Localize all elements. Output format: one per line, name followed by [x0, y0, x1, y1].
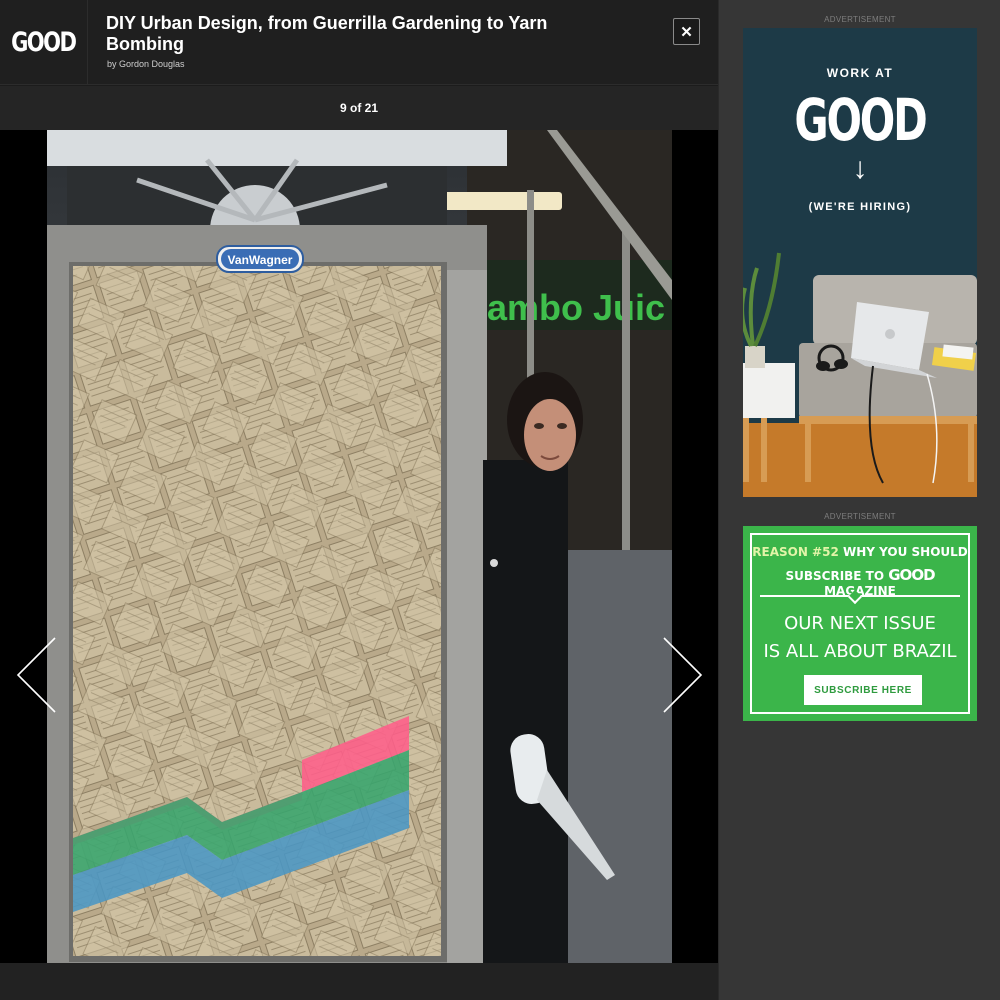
good-logo: GOOD — [11, 27, 77, 58]
photo-stage: ambo Juic VanWagner — [0, 130, 718, 963]
close-icon: ✕ — [680, 23, 693, 41]
gallery-photo: ambo Juic VanWagner — [47, 130, 672, 963]
ad-inline-good-logo: GOOD — [888, 566, 935, 584]
previous-slide-button[interactable] — [10, 630, 66, 720]
close-button[interactable]: ✕ — [673, 18, 700, 45]
ad-reason-line: REASON #52 WHY YOU SHOULD — [752, 545, 968, 559]
work-at-good-ad[interactable]: WORK AT GOOD ↓ (WE'RE HIRING) — [743, 28, 977, 497]
storefront-sign: ambo Juic — [487, 287, 665, 328]
ad-reason-number: REASON #52 — [752, 545, 839, 559]
subscribe-ad-frame: REASON #52 WHY YOU SHOULD SUBSCRIBE TO G… — [750, 533, 970, 714]
subscribe-ad[interactable]: REASON #52 WHY YOU SHOULD SUBSCRIBE TO G… — [743, 526, 977, 721]
ad-subscribe-text: SUBSCRIBE TO — [785, 569, 889, 583]
chevron-left-icon — [16, 637, 56, 713]
ad-subscribe-line: SUBSCRIBE TO GOOD MAGAZINE — [752, 566, 968, 598]
chevron-right-icon — [663, 637, 703, 713]
ad-reason-text: WHY YOU SHOULD — [838, 545, 968, 559]
office-illustration — [743, 252, 977, 497]
logo-link[interactable]: GOOD — [0, 0, 88, 85]
photo-illustration: ambo Juic VanWagner — [47, 130, 672, 963]
subscribe-here-button[interactable]: SUBSCRIBE HERE — [804, 675, 922, 705]
article-title: DIY Urban Design, from Guerrilla Gardeni… — [106, 13, 548, 54]
article-byline: by Gordon Douglas — [107, 59, 185, 69]
viewer-footer — [0, 963, 718, 1000]
ad-headline-line1: OUR NEXT ISSUE — [784, 613, 936, 634]
slide-counter-bar: 9 of 21 — [0, 86, 718, 130]
gallery-viewer: GOOD DIY Urban Design, from Guerrilla Ga… — [0, 0, 718, 1000]
ad-label: ADVERTISEMENT — [824, 15, 896, 24]
slide-counter: 9 of 21 — [339, 101, 378, 115]
app-root: GOOD DIY Urban Design, from Guerrilla Ga… — [0, 0, 1000, 1000]
ad-label: ADVERTISEMENT — [824, 512, 896, 521]
next-slide-button[interactable] — [655, 630, 711, 720]
gallery-header: GOOD DIY Urban Design, from Guerrilla Ga… — [0, 0, 718, 85]
ad-headline-line2: IS ALL ABOUT BRAZIL — [763, 641, 957, 662]
kiosk-brand-plate: VanWagner — [228, 253, 293, 267]
ad-sidebar: ADVERTISEMENT WORK AT GOOD ↓ (WE'RE HIRI… — [718, 0, 1000, 1000]
